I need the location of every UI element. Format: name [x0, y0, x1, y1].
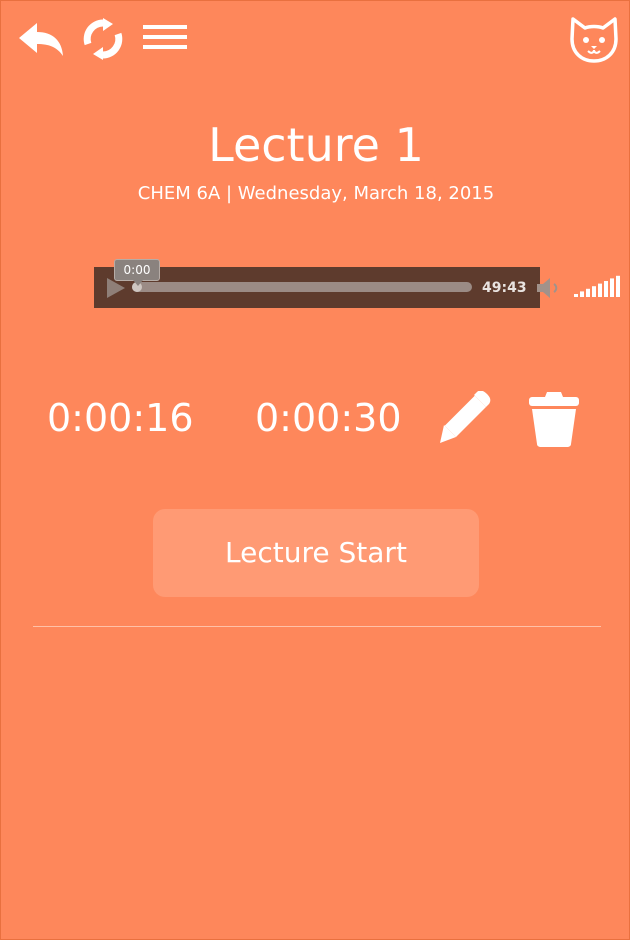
top-toolbar — [1, 1, 630, 81]
cat-face-icon[interactable] — [568, 15, 620, 65]
lecture-title: Lecture 1 — [208, 118, 424, 172]
app-screen: Lecture 1 CHEM 6A | Wednesday, March 18,… — [0, 0, 630, 940]
lecture-start-button[interactable]: Lecture Start — [153, 509, 479, 597]
seek-slider[interactable] — [132, 282, 472, 292]
volume-slider[interactable] — [572, 275, 626, 299]
volume-bar — [604, 281, 608, 297]
clip-end-time: 0:00:30 — [255, 396, 402, 440]
volume-bar — [616, 275, 620, 297]
refresh-icon[interactable] — [81, 18, 125, 60]
volume-bar — [586, 288, 590, 297]
audio-player: 49:43 — [94, 267, 620, 308]
volume-bar — [598, 283, 602, 297]
volume-bar — [610, 278, 614, 297]
pencil-icon[interactable] — [436, 391, 492, 445]
volume-bar — [580, 291, 584, 297]
clip-start-time: 0:00:16 — [47, 396, 194, 440]
lecture-subtitle: CHEM 6A | Wednesday, March 18, 2015 — [137, 183, 495, 204]
back-arrow-icon[interactable] — [17, 21, 65, 59]
trash-icon[interactable] — [527, 389, 581, 449]
speaker-icon[interactable] — [534, 276, 564, 300]
volume-bar — [592, 286, 596, 297]
volume-bar — [574, 294, 578, 297]
current-time-tooltip: 0:00 — [114, 259, 160, 286]
hamburger-menu-icon[interactable] — [143, 23, 187, 51]
divider — [33, 626, 601, 627]
duration-label: 49:43 — [482, 280, 527, 296]
